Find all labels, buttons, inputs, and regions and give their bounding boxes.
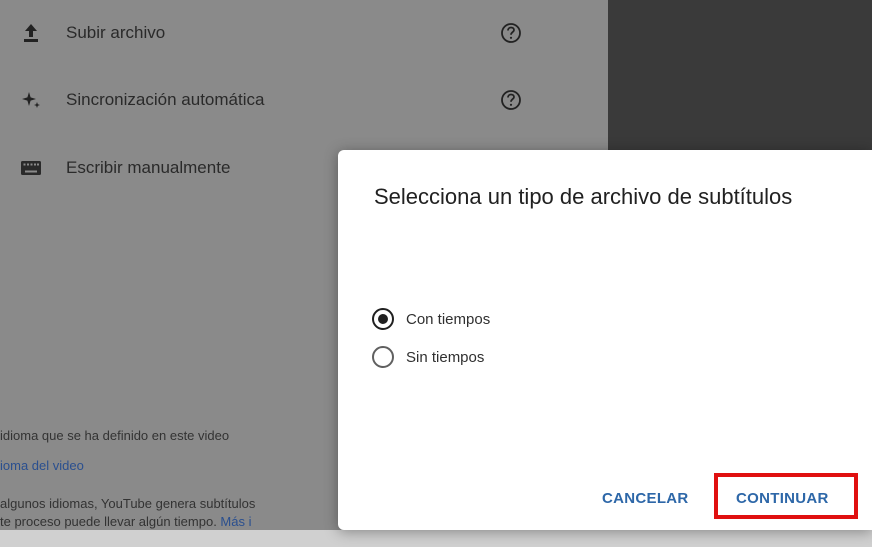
radio-button[interactable] (372, 346, 394, 368)
menu-item-upload-file[interactable]: Subir archivo (18, 18, 538, 48)
radio-button-selected[interactable] (372, 308, 394, 330)
help-icon[interactable] (500, 89, 522, 111)
more-info-link[interactable]: Más i (220, 514, 251, 529)
help-icon[interactable] (500, 22, 522, 44)
background-bottom-strip (0, 530, 872, 547)
background-description: algunos idiomas, YouTube genera subtítul… (0, 496, 256, 511)
video-preview (608, 0, 872, 150)
menu-item-auto-sync[interactable]: Sincronización automática (18, 85, 538, 115)
video-language-link[interactable]: ioma del video (0, 458, 336, 473)
keyboard-icon (18, 157, 44, 179)
background-description: te proceso puede llevar algún tiempo. Má… (0, 514, 252, 529)
continue-highlight-box (714, 473, 858, 519)
menu-item-label: Subir archivo (66, 23, 166, 42)
menu-item-label: Sincronización automática (66, 90, 265, 109)
cancel-button[interactable]: CANCELAR (596, 486, 695, 510)
background-description: idioma que se ha definido en este video (0, 428, 230, 443)
radio-label: Sin tiempos (406, 348, 485, 366)
upload-icon (18, 22, 44, 44)
radio-option-with-timing[interactable]: Con tiempos (372, 306, 490, 332)
radio-label: Con tiempos (406, 310, 491, 328)
radio-option-without-timing[interactable]: Sin tiempos (372, 344, 484, 370)
dialog-title: Selecciona un tipo de archivo de subtítu… (374, 184, 793, 209)
sparkle-icon (18, 89, 44, 111)
menu-item-label: Escribir manualmente (66, 158, 231, 177)
